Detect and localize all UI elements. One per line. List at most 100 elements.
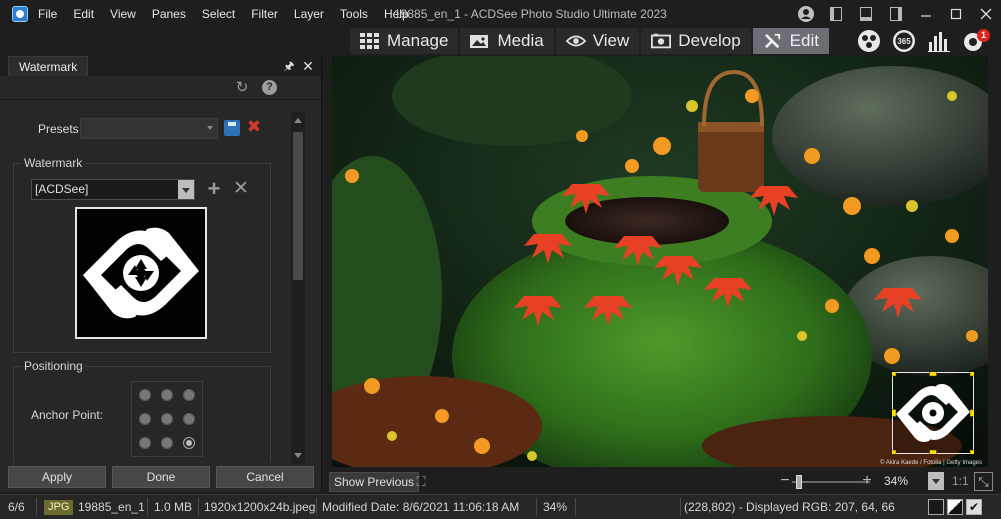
mode-view[interactable]: View xyxy=(555,28,640,54)
close-window-button[interactable] xyxy=(971,0,1001,28)
bottom-pane-icon xyxy=(860,7,872,21)
save-preset-icon[interactable] xyxy=(224,120,240,136)
people-icon xyxy=(858,30,880,52)
anchor-top-center[interactable] xyxy=(161,389,173,401)
menu-file[interactable]: File xyxy=(30,0,65,28)
background-color-icon[interactable] xyxy=(928,499,944,515)
mode-develop-label: Develop xyxy=(678,31,741,50)
tab-watermark[interactable]: Watermark xyxy=(8,56,89,76)
zoom-dropdown-button[interactable] xyxy=(928,472,944,490)
acdsee-app-icon[interactable] xyxy=(12,6,28,22)
presets-label: Presets xyxy=(38,122,79,136)
positioning-group: Positioning Anchor Point: xyxy=(13,359,271,462)
minimize-icon xyxy=(921,15,931,17)
mode-develop[interactable]: Develop xyxy=(641,28,751,54)
mode-manage[interactable]: Manage xyxy=(350,28,459,54)
menu-edit[interactable]: Edit xyxy=(65,0,102,28)
fit-to-window-icon[interactable]: ⤡ xyxy=(974,472,993,491)
status-divider xyxy=(536,498,537,516)
acdsee-logo-icon xyxy=(888,368,978,458)
watermark-overlay[interactable] xyxy=(888,368,978,458)
acdsee-365-button[interactable]: 365 xyxy=(891,29,917,53)
image-viewer[interactable]: © Akira Kaede / Fotolia | Getty Images xyxy=(332,56,988,467)
apply-button[interactable]: Apply xyxy=(8,466,106,488)
anchor-middle-right[interactable] xyxy=(183,413,195,425)
remove-watermark-icon[interactable]: ✕ xyxy=(232,179,250,198)
scroll-down-icon[interactable] xyxy=(294,453,302,458)
mode-edit[interactable]: Edit xyxy=(752,28,829,54)
window-controls xyxy=(791,0,1001,28)
chevron-down-icon xyxy=(207,126,213,130)
toggle-bottom-pane-button[interactable] xyxy=(851,0,881,28)
menu-panes[interactable]: Panes xyxy=(144,0,194,28)
menu-layer[interactable]: Layer xyxy=(286,0,332,28)
status-icons: ✔ xyxy=(928,499,985,515)
positioning-group-label: Positioning xyxy=(22,359,85,373)
actual-size-button[interactable]: 1:1 xyxy=(952,474,969,488)
notifications-button[interactable]: 1 xyxy=(961,29,990,53)
anchor-bottom-right[interactable] xyxy=(183,437,195,449)
anchor-point-label: Anchor Point: xyxy=(31,408,104,422)
mode-media-label: Media xyxy=(497,31,544,50)
anchor-bottom-center[interactable] xyxy=(161,437,173,449)
anchor-bottom-left[interactable] xyxy=(139,437,151,449)
panel-toolbar: ↻ ? xyxy=(0,76,321,100)
done-button[interactable]: Done xyxy=(112,466,210,488)
account-button[interactable] xyxy=(791,0,821,28)
toggle-left-pane-button[interactable] xyxy=(821,0,851,28)
scrollbar-thumb[interactable] xyxy=(293,132,303,280)
reset-icon[interactable]: ↻ xyxy=(234,80,250,96)
scroll-up-icon[interactable] xyxy=(294,118,302,123)
mode-bar: Manage Media View Develop Edit 365 1 xyxy=(0,28,1001,54)
toggle-right-pane-button[interactable] xyxy=(881,0,911,28)
grid-icon xyxy=(360,33,379,49)
menu-tools[interactable]: Tools xyxy=(332,0,376,28)
panel-buttons: Apply Done Cancel xyxy=(0,466,322,492)
maximize-icon xyxy=(950,8,962,20)
brush-icon xyxy=(764,33,780,49)
zoom-out-icon[interactable]: − xyxy=(778,472,792,490)
fullscreen-icon[interactable]: ⛶ xyxy=(414,475,428,489)
acdsee-logo-icon xyxy=(77,209,205,337)
zoom-in-icon[interactable]: + xyxy=(860,472,874,490)
photos-icon xyxy=(470,35,489,48)
status-zoom: 34% xyxy=(543,500,568,514)
delete-preset-icon[interactable]: ✖ xyxy=(246,118,262,136)
presets-dropdown[interactable] xyxy=(80,118,218,139)
close-icon[interactable]: ✕ xyxy=(301,58,315,74)
menu-view[interactable]: View xyxy=(102,0,144,28)
status-image-index: 6/6 xyxy=(8,500,25,514)
pin-icon[interactable]: 🖈 xyxy=(283,59,295,73)
zoom-slider-thumb[interactable] xyxy=(796,475,802,489)
zoom-slider[interactable] xyxy=(792,481,870,483)
anchor-top-left[interactable] xyxy=(139,389,151,401)
minimize-button[interactable] xyxy=(911,0,941,28)
show-previous-button[interactable]: Show Previous xyxy=(329,472,420,492)
eye-icon xyxy=(565,35,586,47)
watermark-panel: Watermark 🖈 ✕ ↻ ? Presets ✖ Watermark [A… xyxy=(0,56,322,492)
panel-scrollbar[interactable] xyxy=(291,112,305,464)
mode-edit-label: Edit xyxy=(789,31,819,50)
menu-select[interactable]: Select xyxy=(194,0,243,28)
anchor-center[interactable] xyxy=(161,413,173,425)
cancel-button[interactable]: Cancel xyxy=(216,466,314,488)
compare-icon[interactable] xyxy=(947,499,963,515)
maximize-button[interactable] xyxy=(941,0,971,28)
watermark-dropdown[interactable]: [ACDSee] xyxy=(31,179,195,200)
panel-content: Presets ✖ Watermark [ACDSee] + ✕ Positio… xyxy=(0,100,322,462)
svg-text:365: 365 xyxy=(897,37,911,46)
checkmark-icon[interactable]: ✔ xyxy=(966,499,982,515)
dashboard-button[interactable] xyxy=(926,29,952,53)
help-icon[interactable]: ? xyxy=(262,80,277,95)
people-button[interactable] xyxy=(856,29,882,53)
watermark-dropdown-value: [ACDSee] xyxy=(35,182,89,196)
anchor-middle-left[interactable] xyxy=(139,413,151,425)
status-divider xyxy=(198,498,199,516)
add-watermark-icon[interactable]: + xyxy=(205,178,223,200)
zoom-level[interactable]: 34% xyxy=(884,474,908,488)
menu-filter[interactable]: Filter xyxy=(243,0,286,28)
mode-media[interactable]: Media xyxy=(460,28,554,54)
dashboard-icon xyxy=(928,32,950,52)
anchor-top-right[interactable] xyxy=(183,389,195,401)
status-filename: 19885_en_1 xyxy=(78,500,145,514)
